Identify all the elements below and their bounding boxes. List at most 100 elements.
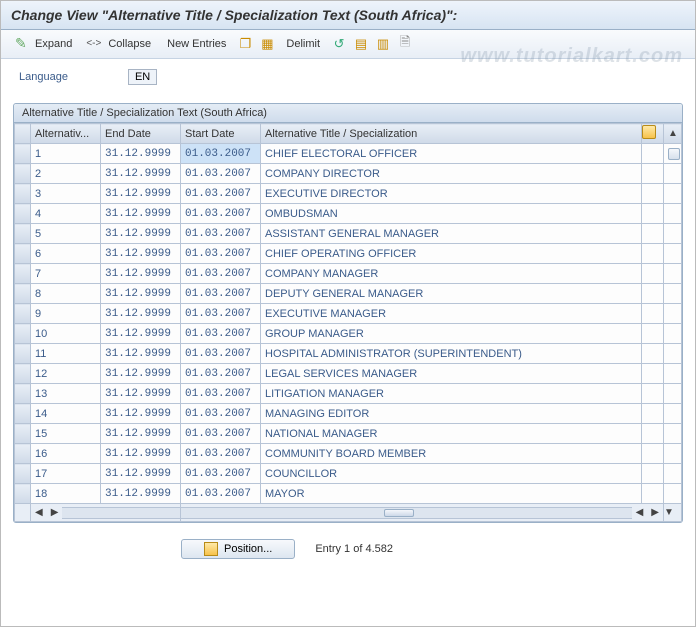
cell-alt[interactable]: 13 xyxy=(31,384,101,404)
table-row[interactable]: 1831.12.999901.03.2007MAYOR xyxy=(15,484,682,504)
cell-end-date[interactable]: 31.12.9999 xyxy=(101,424,181,444)
table-row[interactable]: 331.12.999901.03.2007EXECUTIVE DIRECTOR xyxy=(15,184,682,204)
row-selector[interactable] xyxy=(15,184,31,204)
cell-alt[interactable]: 9 xyxy=(31,304,101,324)
col-end-date[interactable]: End Date xyxy=(101,124,181,144)
cell-start-date[interactable]: 01.03.2007 xyxy=(181,144,261,164)
cell-title[interactable]: LEGAL SERVICES MANAGER xyxy=(261,364,642,384)
table-row[interactable]: 1631.12.999901.03.2007COMMUNITY BOARD ME… xyxy=(15,444,682,464)
table-row[interactable]: 531.12.999901.03.2007ASSISTANT GENERAL M… xyxy=(15,224,682,244)
cell-alt[interactable]: 8 xyxy=(31,284,101,304)
hscroll-right[interactable]: ◀ ▶ xyxy=(181,504,663,521)
row-selector[interactable] xyxy=(15,444,31,464)
scroll-left-icon[interactable]: ◀ xyxy=(31,507,47,518)
cell-start-date[interactable]: 01.03.2007 xyxy=(181,384,261,404)
cell-end-date[interactable]: 31.12.9999 xyxy=(101,204,181,224)
cell-start-date[interactable]: 01.03.2007 xyxy=(181,244,261,264)
cell-title[interactable]: CHIEF ELECTORAL OFFICER xyxy=(261,144,642,164)
table-row[interactable]: 1031.12.999901.03.2007GROUP MANAGER xyxy=(15,324,682,344)
cell-end-date[interactable]: 31.12.9999 xyxy=(101,164,181,184)
cell-title[interactable]: MANAGING EDITOR xyxy=(261,404,642,424)
table-row[interactable]: 1731.12.999901.03.2007COUNCILLOR xyxy=(15,464,682,484)
cell-title[interactable]: EXECUTIVE MANAGER xyxy=(261,304,642,324)
vscroll-track[interactable] xyxy=(664,184,682,204)
row-selector[interactable] xyxy=(15,364,31,384)
hscroll-left[interactable]: ◀ ▶ xyxy=(31,504,180,521)
cell-start-date[interactable]: 01.03.2007 xyxy=(181,344,261,364)
row-selector[interactable] xyxy=(15,144,31,164)
cell-alt[interactable]: 10 xyxy=(31,324,101,344)
table-row[interactable]: 931.12.999901.03.2007EXECUTIVE MANAGER xyxy=(15,304,682,324)
cell-title[interactable]: DEPUTY GENERAL MANAGER xyxy=(261,284,642,304)
cell-end-date[interactable]: 31.12.9999 xyxy=(101,184,181,204)
hscroll-track[interactable] xyxy=(62,507,180,519)
cell-start-date[interactable]: 01.03.2007 xyxy=(181,404,261,424)
vscroll-track[interactable] xyxy=(664,284,682,304)
vscroll-track[interactable] xyxy=(664,424,682,444)
row-selector[interactable] xyxy=(15,224,31,244)
row-selector[interactable] xyxy=(15,424,31,444)
row-selector-header[interactable] xyxy=(15,124,31,144)
vscroll-track[interactable] xyxy=(664,404,682,424)
position-button[interactable]: Position... xyxy=(181,539,295,559)
cell-alt[interactable]: 6 xyxy=(31,244,101,264)
cell-start-date[interactable]: 01.03.2007 xyxy=(181,444,261,464)
cell-title[interactable]: COMMUNITY BOARD MEMBER xyxy=(261,444,642,464)
cell-start-date[interactable]: 01.03.2007 xyxy=(181,464,261,484)
vscroll-track[interactable] xyxy=(664,484,682,504)
cell-end-date[interactable]: 31.12.9999 xyxy=(101,264,181,284)
cell-alt[interactable]: 11 xyxy=(31,344,101,364)
undo-icon[interactable]: ↺ xyxy=(330,35,348,53)
language-value[interactable]: EN xyxy=(128,69,157,85)
cell-alt[interactable]: 15 xyxy=(31,424,101,444)
vscroll-track[interactable] xyxy=(664,164,682,184)
cell-end-date[interactable]: 31.12.9999 xyxy=(101,484,181,504)
select-block-icon[interactable]: ▤ xyxy=(352,35,370,53)
scroll-right-icon[interactable]: ▶ xyxy=(47,507,63,518)
cell-title[interactable]: COMPANY MANAGER xyxy=(261,264,642,284)
cell-title[interactable]: CHIEF OPERATING OFFICER xyxy=(261,244,642,264)
cell-end-date[interactable]: 31.12.9999 xyxy=(101,324,181,344)
cell-alt[interactable]: 17 xyxy=(31,464,101,484)
scroll-up-button[interactable]: ▲ xyxy=(664,124,682,144)
cell-start-date[interactable]: 01.03.2007 xyxy=(181,264,261,284)
scroll-down-button[interactable]: ▼ xyxy=(664,504,682,522)
new-entries-button[interactable]: New Entries xyxy=(161,36,232,52)
cell-title[interactable]: MAYOR xyxy=(261,484,642,504)
cell-alt[interactable]: 4 xyxy=(31,204,101,224)
table-row[interactable]: 1431.12.999901.03.2007MANAGING EDITOR xyxy=(15,404,682,424)
vscroll-track[interactable] xyxy=(664,204,682,224)
scroll-left-icon-2[interactable]: ◀ xyxy=(632,507,648,518)
row-selector[interactable] xyxy=(15,404,31,424)
cell-end-date[interactable]: 31.12.9999 xyxy=(101,224,181,244)
cell-alt[interactable]: 5 xyxy=(31,224,101,244)
table-row[interactable]: 231.12.999901.03.2007COMPANY DIRECTOR xyxy=(15,164,682,184)
select-all-icon[interactable]: ▦ xyxy=(258,35,276,53)
cell-start-date[interactable]: 01.03.2007 xyxy=(181,364,261,384)
row-selector[interactable] xyxy=(15,324,31,344)
deselect-icon[interactable]: ▥ xyxy=(374,35,392,53)
print-icon[interactable]: 🗎 xyxy=(396,35,414,53)
cell-alt[interactable]: 1 xyxy=(31,144,101,164)
cell-end-date[interactable]: 31.12.9999 xyxy=(101,304,181,324)
row-selector[interactable] xyxy=(15,244,31,264)
vscroll-track[interactable] xyxy=(664,244,682,264)
table-settings-button[interactable] xyxy=(642,124,664,144)
vscroll-track[interactable] xyxy=(664,304,682,324)
cell-start-date[interactable]: 01.03.2007 xyxy=(181,164,261,184)
cell-title[interactable]: NATIONAL MANAGER xyxy=(261,424,642,444)
cell-alt[interactable]: 12 xyxy=(31,364,101,384)
vscroll-track[interactable] xyxy=(664,364,682,384)
table-row[interactable]: 431.12.999901.03.2007OMBUDSMAN xyxy=(15,204,682,224)
cell-start-date[interactable]: 01.03.2007 xyxy=(181,204,261,224)
col-start-date[interactable]: Start Date xyxy=(181,124,261,144)
table-row[interactable]: 631.12.999901.03.2007CHIEF OPERATING OFF… xyxy=(15,244,682,264)
table-row[interactable]: 1131.12.999901.03.2007HOSPITAL ADMINISTR… xyxy=(15,344,682,364)
cell-end-date[interactable]: 31.12.9999 xyxy=(101,464,181,484)
vscroll-track[interactable] xyxy=(664,384,682,404)
cell-alt[interactable]: 3 xyxy=(31,184,101,204)
cell-end-date[interactable]: 31.12.9999 xyxy=(101,404,181,424)
cell-end-date[interactable]: 31.12.9999 xyxy=(101,244,181,264)
cell-alt[interactable]: 2 xyxy=(31,164,101,184)
cell-title[interactable]: COUNCILLOR xyxy=(261,464,642,484)
